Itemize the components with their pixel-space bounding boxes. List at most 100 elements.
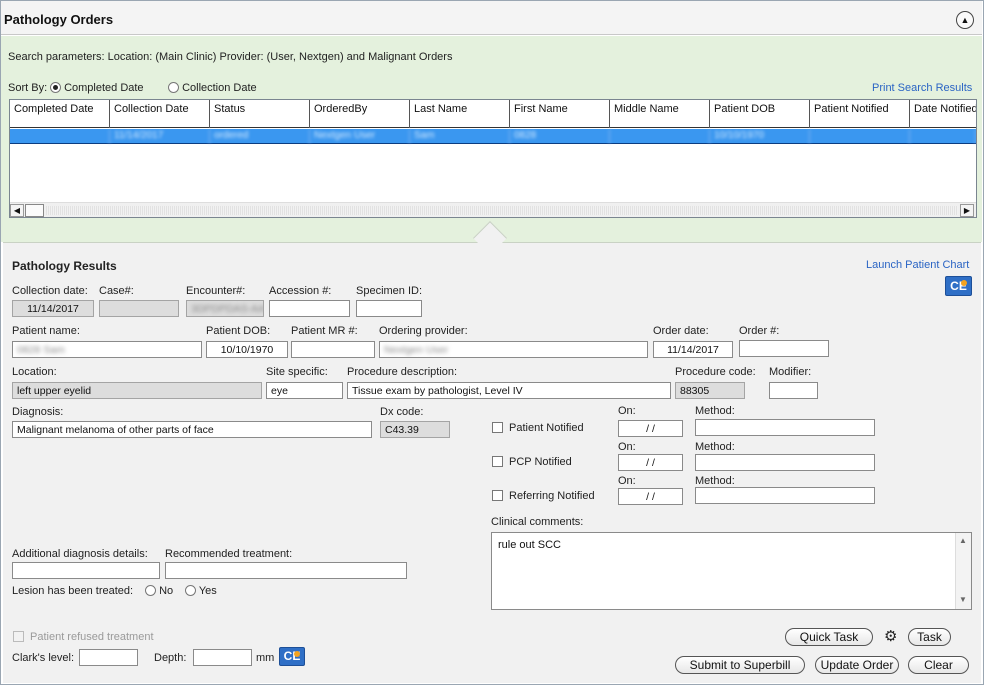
on-label-3: On: (618, 475, 636, 487)
order-date-field[interactable]: 11/14/2017 (653, 341, 733, 358)
referring-notified-date[interactable]: / / (618, 488, 683, 505)
radio-completed-date[interactable] (50, 82, 61, 93)
submit-to-superbill-button[interactable]: Submit to Superbill (675, 656, 805, 674)
col-ordered-by[interactable]: OrderedBy (310, 100, 410, 128)
radio-lesion-yes[interactable] (185, 585, 196, 596)
depth-field[interactable] (193, 649, 252, 666)
ordering-provider-field[interactable]: Nextgen User (379, 341, 648, 358)
radio-collection-date[interactable] (168, 82, 179, 93)
method-label-3: Method: (695, 475, 735, 487)
col-completed-date[interactable]: Completed Date (10, 100, 110, 128)
sort-completed-date[interactable]: Completed Date (50, 82, 144, 94)
table-row[interactable]: 11/14/2017 ordered Nextgen User Sam 0828… (10, 129, 976, 144)
patient-name-label: Patient name: (12, 325, 80, 337)
quick-task-button[interactable]: Quick Task (785, 628, 873, 646)
col-patient-notified[interactable]: Patient Notified (810, 100, 910, 128)
lesion-treated-no[interactable]: No (145, 585, 173, 597)
referring-notified-label: Referring Notified (509, 490, 595, 502)
cell-date-notified (910, 129, 976, 144)
referring-notified-checkbox[interactable] (492, 490, 503, 501)
recommended-treatment-field[interactable] (165, 562, 407, 579)
scroll-left-icon[interactable]: ◀ (10, 204, 24, 217)
case-label: Case#: (99, 285, 134, 297)
patient-notified-checkbox[interactable] (492, 422, 503, 433)
lesion-treated-yes[interactable]: Yes (185, 585, 217, 597)
clarks-level-field[interactable] (79, 649, 138, 666)
gear-icon[interactable]: ⚙ (884, 627, 897, 645)
col-middle-name[interactable]: Middle Name (610, 100, 710, 128)
task-button[interactable]: Task (908, 628, 951, 646)
radio-lesion-no[interactable] (145, 585, 156, 596)
chevron-up-icon[interactable]: ▲ (956, 11, 974, 29)
diagnosis-label: Diagnosis: (12, 406, 64, 418)
case-field[interactable] (99, 300, 179, 317)
col-first-name[interactable]: First Name (510, 100, 610, 128)
additional-diagnosis-field[interactable] (12, 562, 160, 579)
col-status[interactable]: Status (210, 100, 310, 128)
col-last-name[interactable]: Last Name (410, 100, 510, 128)
scroll-thumb[interactable] (25, 204, 44, 217)
diagnosis-field[interactable]: Malignant melanoma of other parts of fac… (12, 421, 372, 438)
specimen-field[interactable] (356, 300, 422, 317)
clinical-evidence-icon[interactable]: CE (945, 276, 972, 296)
launch-patient-chart-link[interactable]: Launch Patient Chart (866, 259, 969, 271)
scroll-track[interactable] (46, 206, 958, 215)
col-collection-date[interactable]: Collection Date (110, 100, 210, 128)
location-field[interactable]: left upper eyelid (12, 382, 262, 399)
patient-notified-date[interactable]: / / (618, 420, 683, 437)
recommended-treatment-label: Recommended treatment: (165, 548, 293, 560)
clinical-comments-scrollbar[interactable]: ▲ ▼ (955, 533, 971, 609)
orders-grid: Completed Date Collection Date Status Or… (9, 99, 977, 218)
accession-field[interactable] (269, 300, 350, 317)
update-order-button[interactable]: Update Order (815, 656, 899, 674)
scroll-right-icon[interactable]: ▶ (960, 204, 974, 217)
ordering-provider-label: Ordering provider: (379, 325, 468, 337)
patient-notified-method[interactable] (695, 419, 875, 436)
pcp-notified-date[interactable]: / / (618, 454, 683, 471)
collection-date-label: Collection date: (12, 285, 88, 297)
ordering-provider-value: Nextgen User (384, 344, 449, 356)
pcp-notified-method[interactable] (695, 454, 875, 471)
procedure-code-field[interactable]: 88305 (675, 382, 745, 399)
depth-label: Depth: (154, 652, 187, 664)
pcp-notified-label: PCP Notified (509, 456, 572, 468)
method-label-2: Method: (695, 441, 735, 453)
patient-refused-checkbox[interactable] (13, 631, 24, 642)
clear-button[interactable]: Clear (908, 656, 969, 674)
modifier-field[interactable] (769, 382, 818, 399)
referring-notified-method[interactable] (695, 487, 875, 504)
patient-name-field[interactable]: 0828 Sam (12, 341, 202, 358)
search-parameters: Search parameters: Location: (Main Clini… (8, 51, 453, 63)
cell-status: ordered (210, 129, 310, 144)
clinical-comments-textarea[interactable]: rule out SCC ▲ ▼ (491, 532, 972, 610)
sort-by-label: Sort By: (8, 82, 48, 94)
grid-header: Completed Date Collection Date Status Or… (10, 100, 976, 128)
clinical-evidence-icon[interactable]: CE (279, 647, 305, 666)
patient-dob-field[interactable]: 10/10/1970 (206, 341, 288, 358)
specimen-label: Specimen ID: (356, 285, 423, 297)
cell-ordered-by: Nextgen User (310, 129, 410, 144)
col-date-notified[interactable]: Date Notified (910, 100, 976, 128)
dx-code-field[interactable]: C43.39 (380, 421, 450, 438)
cell-completed-date (10, 129, 110, 144)
print-search-results-link[interactable]: Print Search Results (872, 82, 972, 94)
cell-middle-name (610, 129, 710, 144)
encounter-field[interactable]: 3DPDPDAS-AA (186, 300, 264, 317)
cell-first-name: 0828 (510, 129, 610, 144)
collection-date-field[interactable]: 11/14/2017 (12, 300, 94, 317)
pcp-notified-checkbox[interactable] (492, 456, 503, 467)
clinical-comments-text: rule out SCC (498, 539, 561, 551)
cell-patient-dob: 10/10/1970 (710, 129, 810, 144)
procedure-code-label: Procedure code: (675, 366, 756, 378)
site-specific-field[interactable]: eye (266, 382, 343, 399)
horizontal-scrollbar[interactable]: ◀ ▶ (10, 202, 976, 217)
chevron-up-icon[interactable]: ▲ (959, 536, 967, 545)
col-patient-dob[interactable]: Patient DOB (710, 100, 810, 128)
sort-collection-date[interactable]: Collection Date (168, 82, 257, 94)
chevron-down-icon[interactable]: ▼ (959, 595, 967, 604)
procedure-description-field[interactable]: Tissue exam by pathologist, Level IV (347, 382, 671, 399)
order-number-field[interactable] (739, 340, 829, 357)
patient-mr-field[interactable] (291, 341, 375, 358)
lesion-no-label: No (159, 585, 174, 597)
patient-name-value: 0828 Sam (17, 344, 65, 356)
